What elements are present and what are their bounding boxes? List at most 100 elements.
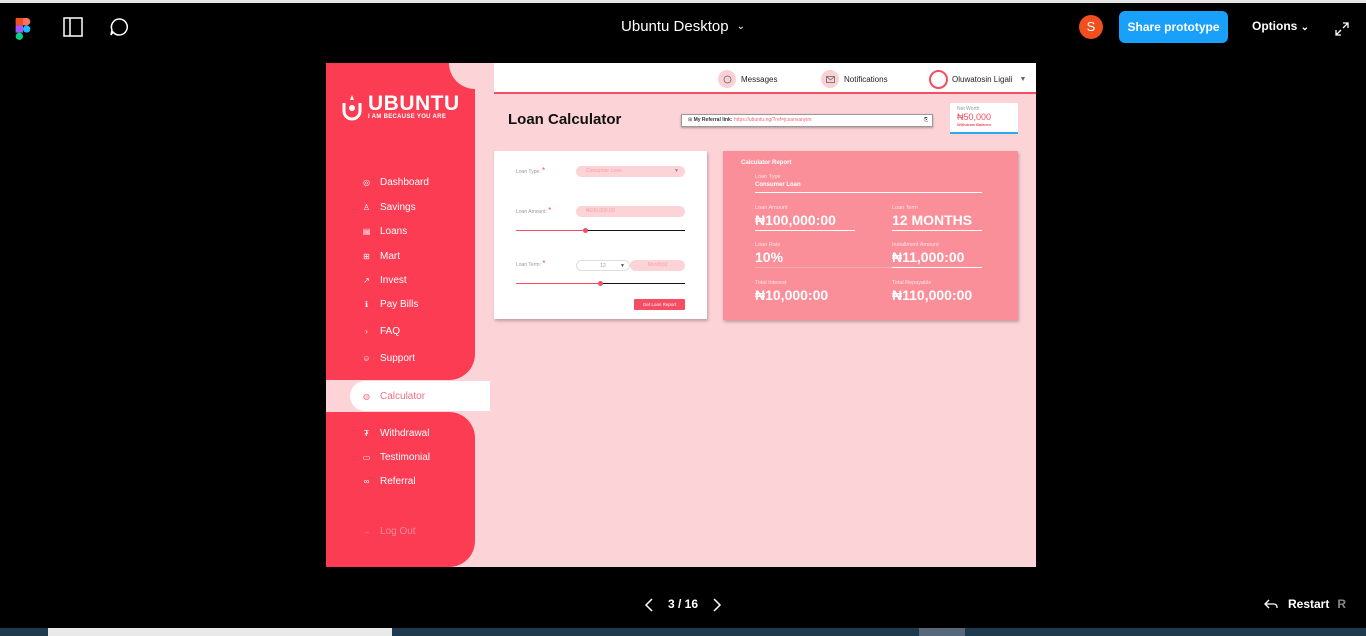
sidebar-item-label: Loans bbox=[380, 225, 408, 237]
page-separator: / bbox=[674, 597, 685, 611]
loan-type-label-text: Loan Type: bbox=[516, 169, 541, 175]
sidebar-item-support[interactable]: ☺ Support bbox=[362, 350, 415, 366]
withdraw-balance-link[interactable]: Withdraw Balance bbox=[957, 122, 1011, 127]
loan-term-slider[interactable] bbox=[516, 281, 685, 286]
loan-type-select[interactable]: Consumer Loan ▼ bbox=[576, 166, 685, 177]
loan-type-select-value: Consumer Loan bbox=[586, 168, 622, 174]
sidebar-item-withdrawal[interactable]: ₮ Withdrawal bbox=[362, 425, 429, 441]
sidebar-item-referral[interactable]: ∞ Referral bbox=[362, 473, 416, 489]
loan-term-unit: Month(s) bbox=[630, 260, 685, 271]
withdraw-icon: ₮ bbox=[364, 428, 369, 438]
get-loan-report-button[interactable]: Get Loan Report bbox=[634, 299, 685, 310]
share-icon: ∞ bbox=[363, 476, 370, 486]
chevron-down-icon: ⌄ bbox=[1300, 22, 1310, 33]
bill-icon: ℹ bbox=[364, 299, 369, 309]
sidebar-item-label: Calculator bbox=[380, 390, 426, 402]
calculator-report-card: Calculator Report Loan Type Consumer Loa… bbox=[723, 151, 1018, 320]
envelope-icon bbox=[821, 70, 839, 88]
sidebar-item-label: Referral bbox=[380, 475, 416, 487]
logout-icon: → bbox=[362, 526, 371, 536]
app-header: Messages Notifications Oluwatosin Ligali… bbox=[494, 63, 1036, 94]
sidebar-item-label: FAQ bbox=[380, 325, 401, 337]
sidebar-item-faq[interactable]: › FAQ bbox=[362, 323, 400, 339]
sidebar-item-invest[interactable]: ↗ Invest bbox=[362, 272, 407, 288]
sidebar-item-label: Pay Bills bbox=[380, 298, 419, 310]
report-total-interest-label: Total Interest bbox=[755, 280, 787, 286]
page-title: Loan Calculator bbox=[508, 111, 622, 128]
slider-fill bbox=[516, 230, 586, 231]
divider bbox=[892, 267, 982, 268]
sidebar-item-mart[interactable]: ⊞ Mart bbox=[362, 248, 400, 264]
divider bbox=[755, 230, 855, 231]
sidebar-item-savings[interactable]: ♙ Savings bbox=[362, 199, 416, 215]
share-prototype-button[interactable]: Share prototype bbox=[1119, 11, 1228, 43]
restart-label: Restart bbox=[1288, 597, 1330, 611]
slider-thumb[interactable] bbox=[582, 228, 588, 233]
user-avatar-icon bbox=[929, 69, 948, 89]
sidebar: UBUNTU I AM BECAUSE YOU ARE ◎ Dashboard ♙… bbox=[326, 63, 490, 567]
piggy-bank-icon: ♙ bbox=[362, 202, 371, 212]
sidebar-item-testimonial[interactable]: ▭ Testimonial bbox=[362, 449, 430, 465]
required-mark: * bbox=[542, 259, 546, 268]
options-menu[interactable]: Options ⌄ bbox=[1252, 19, 1309, 33]
caret-down-icon: ▼ bbox=[674, 168, 679, 174]
chat-icon: ▭ bbox=[362, 452, 371, 462]
brand-logo-icon bbox=[342, 95, 362, 121]
net-worth-value: ₦50,000 bbox=[957, 112, 992, 122]
referral-link-field[interactable]: ⊞ My Referral link: https://ubuntu.ng/?r… bbox=[681, 114, 933, 127]
user-name: Oluwatosin Ligali bbox=[952, 74, 1013, 84]
messages-label: Messages bbox=[741, 74, 778, 84]
loan-amount-slider[interactable] bbox=[516, 228, 685, 233]
chevron-down-icon: ⌄ bbox=[736, 21, 745, 32]
sidebar-item-pay-bills[interactable]: ℹ Pay Bills bbox=[362, 296, 418, 312]
notifications-link[interactable]: Notifications bbox=[821, 69, 888, 89]
sidebar-item-dashboard[interactable]: ◎ Dashboard bbox=[362, 174, 429, 190]
dashboard-icon: ◎ bbox=[363, 177, 370, 187]
report-installment-value: ₦11,000:00 bbox=[892, 249, 965, 265]
report-loan-rate-value: 10% bbox=[755, 249, 784, 265]
brand-name: UBUNTU bbox=[368, 92, 460, 115]
undo-arrow-icon bbox=[1264, 599, 1278, 609]
taskbar-app[interactable] bbox=[919, 628, 965, 636]
calculator-icon: ◍ bbox=[363, 391, 370, 401]
caret-down-icon: ▼ bbox=[620, 263, 625, 269]
sidebar-item-label: Support bbox=[380, 352, 416, 364]
message-icon bbox=[718, 70, 736, 88]
sidebar-item-loans[interactable]: ▤ Loans bbox=[362, 223, 408, 239]
loan-term-select[interactable]: 12 ▼ bbox=[576, 260, 630, 271]
required-mark: * bbox=[548, 206, 552, 215]
notifications-label: Notifications bbox=[844, 74, 888, 84]
options-label: Options bbox=[1252, 19, 1298, 33]
loan-form-card: Loan Type: * Consumer Loan ▼ Loan Amount… bbox=[494, 151, 707, 319]
report-loan-type-value: Consumer Loan bbox=[755, 182, 801, 188]
report-total-interest-value: ₦10,000:00 bbox=[755, 287, 829, 303]
taskbar-search[interactable] bbox=[48, 628, 392, 636]
referral-url: https://ubuntu.ng/?ref=jcsanvanyim bbox=[733, 117, 812, 123]
sidebar-item-label: Mart bbox=[380, 250, 400, 262]
report-loan-term-value: 12 MONTHS bbox=[892, 212, 973, 228]
report-loan-amount-value: ₦100,000:00 bbox=[755, 212, 836, 228]
divider bbox=[892, 230, 982, 231]
slider-thumb[interactable] bbox=[598, 281, 603, 286]
sidebar-item-calculator[interactable]: ◍ Calculator bbox=[362, 388, 425, 404]
expand-icon[interactable] bbox=[1334, 21, 1350, 37]
sidebar-item-label: Savings bbox=[380, 201, 416, 213]
loan-term-label-text: Loan Term: bbox=[516, 262, 541, 268]
loan-type-label: Loan Type: * bbox=[516, 166, 545, 175]
page-indicator: 3 / 16 bbox=[0, 597, 1366, 611]
loan-amount-label-text: Loan Amount: bbox=[516, 209, 547, 215]
report-loan-amount-label: Loan Amount bbox=[755, 205, 788, 211]
user-menu[interactable]: Oluwatosin Ligali ▼ bbox=[929, 69, 1026, 89]
file-title-text: Ubuntu Desktop bbox=[621, 18, 729, 35]
restart-button[interactable]: Restart R bbox=[1264, 597, 1346, 611]
slider-fill bbox=[516, 283, 601, 284]
os-taskbar bbox=[0, 628, 1366, 636]
avatar[interactable]: S bbox=[1079, 15, 1103, 39]
loan-term-label: Loan Term: * bbox=[516, 259, 545, 268]
sidebar-item-logout[interactable]: → Log Out bbox=[362, 523, 416, 539]
chevron-right-icon[interactable] bbox=[711, 598, 723, 612]
loan-amount-input[interactable]: ₦100,000.00 bbox=[576, 206, 685, 217]
chart-icon: ↗ bbox=[363, 275, 370, 285]
messages-link[interactable]: Messages bbox=[718, 69, 777, 89]
copy-icon[interactable]: ⎘ bbox=[924, 115, 928, 126]
